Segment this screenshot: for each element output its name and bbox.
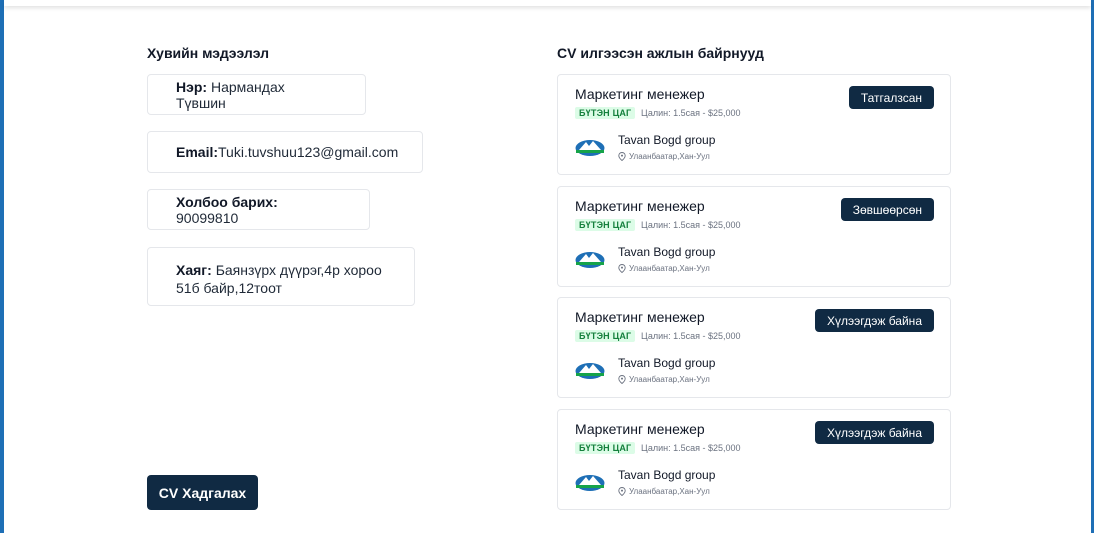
job-type-badge: БҮТЭН ЦАГ — [575, 330, 636, 342]
job-card[interactable]: Маркетинг менежер БҮТЭН ЦАГ Цалин: 1.5са… — [557, 74, 951, 175]
company-logo-icon — [575, 475, 605, 491]
job-salary: Цалин: 1.5сая - $25,000 — [641, 220, 741, 230]
company-logo-icon — [575, 363, 605, 379]
job-title: Маркетинг менежер — [575, 421, 705, 437]
status-badge: Зөвшөөрсөн — [840, 198, 934, 221]
applied-jobs-title: CV илгээсэн ажлын байрнууд — [557, 45, 764, 61]
job-type-badge: БҮТЭН ЦАГ — [575, 219, 636, 231]
save-cv-button[interactable]: CV Хадгалах — [147, 475, 258, 510]
job-salary: Цалин: 1.5сая - $25,000 — [641, 108, 741, 118]
company-name: Tavan Bogd group — [618, 245, 716, 259]
location-text: Улаанбаатар,Хан-Уул — [629, 264, 710, 273]
phone-card: Холбоо барих: 90099810 — [147, 189, 370, 230]
job-type-badge: БҮТЭН ЦАГ — [575, 107, 636, 119]
location-pin-icon — [618, 152, 626, 161]
address-card: Хаяг: Баянзүрх дүүрэг,4р хороо 51б байр,1… — [147, 247, 415, 306]
location-pin-icon — [618, 375, 626, 384]
phone-label: Холбоо барих: — [176, 193, 278, 210]
company-location: Улаанбаатар,Хан-Уул — [618, 264, 710, 273]
job-salary: Цалин: 1.5сая - $25,000 — [641, 443, 741, 453]
address-label: Хаяг: — [176, 262, 212, 278]
phone-value: 90099810 — [176, 209, 239, 226]
job-title: Маркетинг менежер — [575, 309, 705, 325]
company-logo-icon — [575, 140, 605, 156]
location-pin-icon — [618, 264, 626, 273]
name-label: Нэр: — [176, 78, 208, 95]
location-text: Улаанбаатар,Хан-Уул — [629, 152, 710, 161]
job-card[interactable]: Маркетинг менежер БҮТЭН ЦАГ Цалин: 1.5са… — [557, 186, 951, 287]
company-location: Улаанбаатар,Хан-Уул — [618, 152, 710, 161]
job-type-badge: БҮТЭН ЦАГ — [575, 442, 636, 454]
company-location: Улаанбаатар,Хан-Уул — [618, 375, 710, 384]
job-card[interactable]: Маркетинг менежер БҮТЭН ЦАГ Цалин: 1.5са… — [557, 409, 951, 510]
status-badge: Хүлээгдэж байна — [815, 309, 934, 332]
job-salary: Цалин: 1.5сая - $25,000 — [641, 331, 741, 341]
location-pin-icon — [618, 487, 626, 496]
status-badge: Татгалзсан — [848, 86, 934, 109]
location-text: Улаанбаатар,Хан-Уул — [629, 375, 710, 384]
email-card: Email:Tuki.tuvshuu123@gmail.com — [147, 131, 423, 173]
company-location: Улаанбаатар,Хан-Уул — [618, 487, 710, 496]
email-value: Tuki.tuvshuu123@gmail.com — [218, 144, 399, 160]
job-title: Маркетинг менежер — [575, 86, 705, 102]
company-name: Tavan Bogd group — [618, 356, 716, 370]
company-logo-icon — [575, 252, 605, 268]
job-title: Маркетинг менежер — [575, 198, 705, 214]
personal-info-title: Хувийн мэдээлэл — [147, 45, 269, 61]
job-card[interactable]: Маркетинг менежер БҮТЭН ЦАГ Цалин: 1.5са… — [557, 297, 951, 398]
address-value-line1: Баянзүрх дүүрэг,4р хороо — [215, 262, 382, 278]
company-name: Tavan Bogd group — [618, 133, 716, 147]
name-card: Нэр: Нармандах Түвшин — [147, 74, 366, 115]
location-text: Улаанбаатар,Хан-Уул — [629, 487, 710, 496]
top-bar — [4, 0, 1091, 6]
window-frame-left — [0, 0, 4, 533]
company-name: Tavan Bogd group — [618, 468, 716, 482]
status-badge: Хүлээгдэж байна — [815, 421, 934, 444]
address-value-line2: 51б байр,12тоот — [176, 280, 282, 296]
email-label: Email: — [176, 144, 219, 160]
